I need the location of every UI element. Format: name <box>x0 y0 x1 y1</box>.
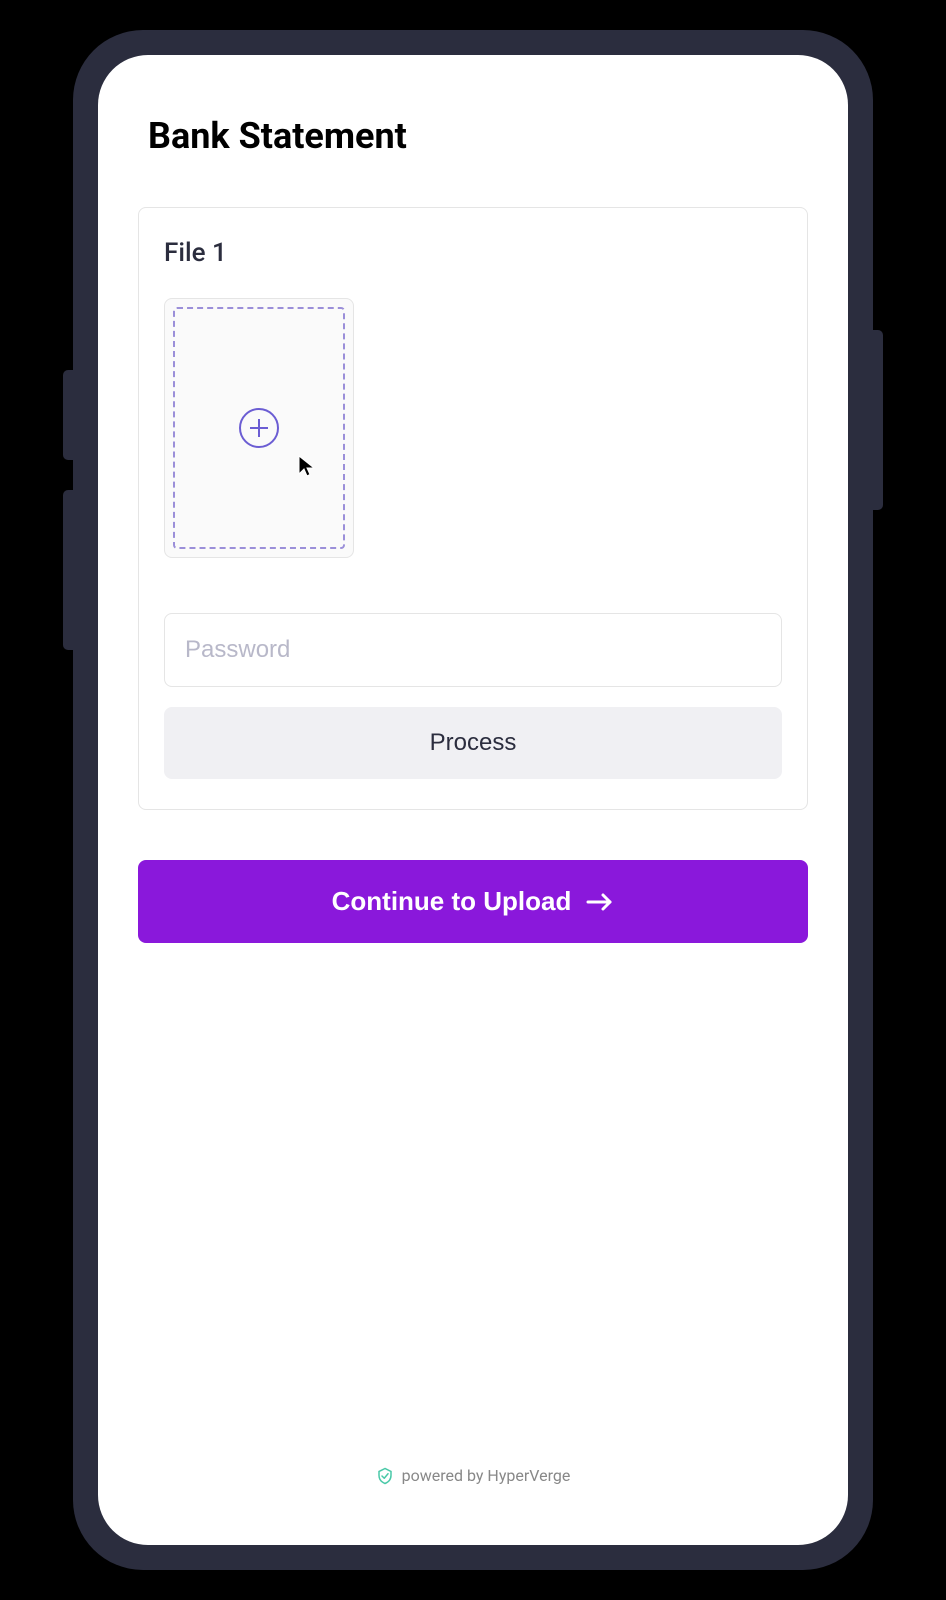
process-button[interactable]: Process <box>164 707 782 779</box>
footer-text: powered by HyperVerge <box>402 1466 571 1485</box>
password-input[interactable] <box>164 613 782 687</box>
arrow-right-icon <box>586 892 614 912</box>
file-label: File 1 <box>164 238 782 268</box>
shield-check-icon <box>376 1467 394 1485</box>
file-dropzone-container <box>164 298 354 558</box>
continue-button-label: Continue to Upload <box>332 886 572 917</box>
phone-frame: Bank Statement File 1 Process Continue t… <box>73 30 873 1570</box>
continue-button[interactable]: Continue to Upload <box>138 860 808 943</box>
screen: Bank Statement File 1 Process Continue t… <box>98 55 848 1545</box>
volume-button <box>63 490 73 650</box>
file-dropzone[interactable] <box>173 307 345 549</box>
page-title: Bank Statement <box>148 115 808 157</box>
plus-circle-icon <box>239 408 279 448</box>
mute-switch <box>63 370 73 460</box>
upload-card: File 1 Process <box>138 207 808 810</box>
power-button <box>873 330 883 510</box>
footer: powered by HyperVerge <box>138 1466 808 1515</box>
